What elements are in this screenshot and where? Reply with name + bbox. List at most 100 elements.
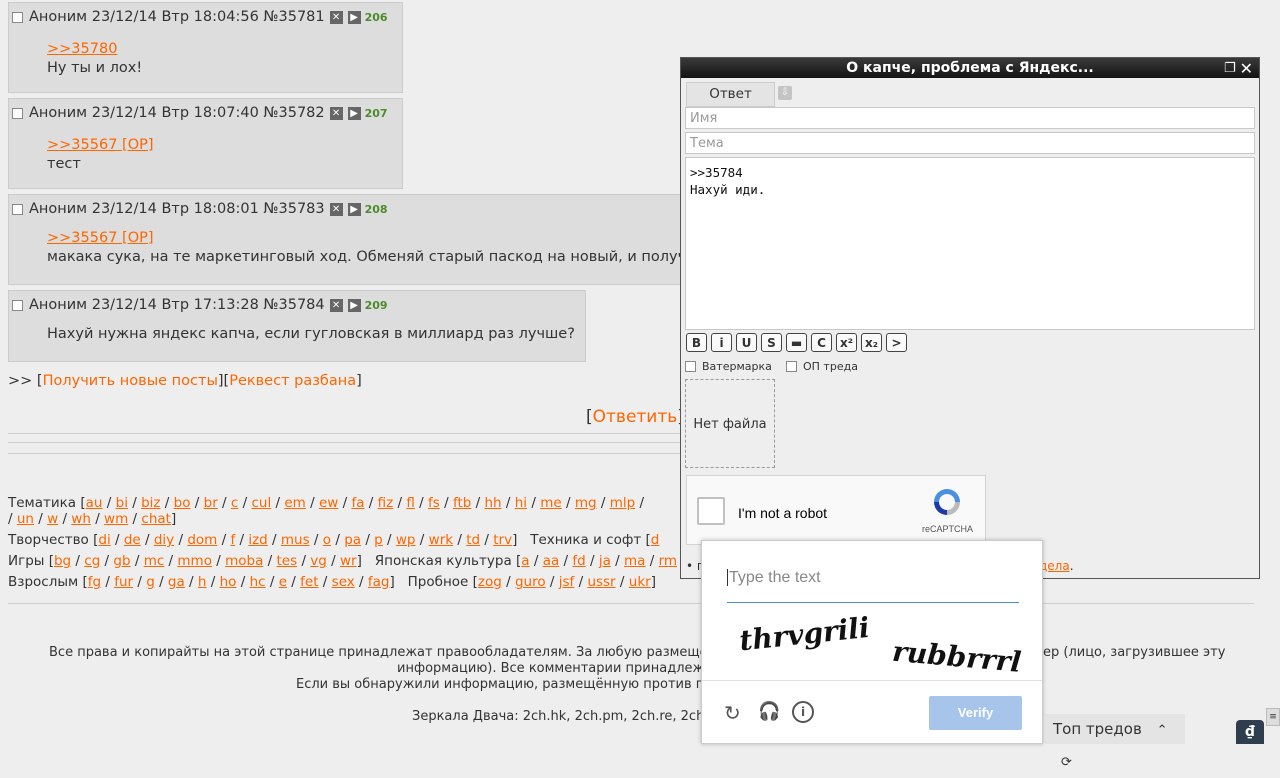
board-link-fd[interactable]: fd [572,553,585,569]
board-link-fg[interactable]: fg [88,574,101,590]
captcha-text-input[interactable]: Type the text [727,566,1019,603]
board-link-ho[interactable]: ho [220,574,237,590]
format-button[interactable]: B [686,333,707,352]
format-button[interactable]: U [736,333,757,352]
board-link-bo[interactable]: bo [174,495,191,511]
board-link-hc[interactable]: hc [250,574,266,590]
get-new-posts-link[interactable]: Получить новые посты [43,373,218,389]
board-link-cul[interactable]: cul [251,495,271,511]
board-link-hi[interactable]: hi [515,495,527,511]
board-link-a[interactable]: a [521,553,529,569]
play-icon[interactable]: ▶ [347,106,361,120]
chevron-up-icon[interactable]: ⌃ [1157,723,1168,738]
message-textarea[interactable]: >>35784 Нахуй иди. [685,157,1255,330]
board-link-f[interactable]: f [230,532,235,548]
post-id[interactable]: №35782 [263,105,324,121]
board-link-wh[interactable]: wh [71,511,91,527]
refresh-icon[interactable]: ⟳ [1061,755,1072,770]
board-link-ukr[interactable]: ukr [629,574,651,590]
board-link-zog[interactable]: zog [478,574,502,590]
dialog-titlebar[interactable]: О капче, проблема с Яндекс... ❐ ✕ [681,58,1259,78]
reload-icon[interactable]: ↻ [724,701,741,725]
board-link-ftb[interactable]: ftb [453,495,471,511]
board-link-wrk[interactable]: wrk [429,532,453,548]
post-select-checkbox[interactable] [12,203,23,215]
board-link-mc[interactable]: mc [144,553,165,569]
board-link-izd[interactable]: izd [248,532,267,548]
watermark-checkbox[interactable] [685,361,696,372]
dvach-logo-icon[interactable]: ₫ [1236,720,1264,744]
maximize-icon[interactable]: ❐ [1224,59,1236,79]
post-id[interactable]: №35784 [263,297,324,313]
board-link-aa[interactable]: aa [543,553,560,569]
format-button[interactable]: x² [836,333,857,352]
hide-icon[interactable]: ✕ [329,106,343,120]
board-link-br[interactable]: br [204,495,218,511]
verify-button[interactable]: Verify [929,696,1022,730]
board-link-mg[interactable]: mg [575,495,597,511]
play-icon[interactable]: ▶ [347,202,361,216]
board-link-wr[interactable]: wr [340,553,357,569]
play-icon[interactable]: ▶ [347,10,361,24]
board-link-fur[interactable]: fur [114,574,133,590]
scrollbar[interactable]: ≡ [1266,708,1280,726]
board-link-bg[interactable]: bg [54,553,71,569]
reply-ref-link[interactable]: >>35780 [47,41,117,57]
board-link[interactable]: d [651,532,660,548]
board-link-fag[interactable]: fag [368,574,390,590]
format-button[interactable]: ▬ [786,333,807,352]
download-icon[interactable]: ⇩ [778,86,792,100]
reply-ref-link[interactable]: >>35567 [OP] [47,230,154,246]
hide-icon[interactable]: ✕ [329,202,343,216]
format-button[interactable]: x₂ [861,333,882,352]
board-link-c[interactable]: c [231,495,238,511]
board-link-sex[interactable]: sex [332,574,355,590]
board-link-ew[interactable]: ew [319,495,338,511]
board-link-di[interactable]: di [98,532,110,548]
board-link-chat[interactable]: chat [141,511,171,527]
board-link-wp[interactable]: wp [396,532,416,548]
recaptcha-checkbox[interactable] [697,497,725,525]
top-threads-panel[interactable]: Топ тредов ⌃ ⟳ [1045,714,1185,770]
board-link-mlp[interactable]: mlp [610,495,635,511]
board-link-fa[interactable]: fa [351,495,364,511]
board-link-rm[interactable]: rm [659,553,677,569]
board-link-moba[interactable]: moba [225,553,263,569]
tab-reply[interactable]: Ответ [686,82,775,107]
board-link-ma[interactable]: ma [624,553,645,569]
play-icon[interactable]: ▶ [347,298,361,312]
board-link-o[interactable]: o [323,532,331,548]
board-link-de[interactable]: de [124,532,141,548]
board-link-w[interactable]: w [47,511,58,527]
board-link-vg[interactable]: vg [310,553,327,569]
hide-icon[interactable]: ✕ [329,298,343,312]
board-link-tes[interactable]: tes [277,553,298,569]
ban-request-link[interactable]: Реквест разбана [229,373,356,389]
board-link-pa[interactable]: pa [344,532,361,548]
board-link-wm[interactable]: wm [104,511,128,527]
board-link-fs[interactable]: fs [428,495,440,511]
board-link-bi[interactable]: bi [116,495,128,511]
subject-field[interactable]: Тема [685,132,1255,154]
audio-icon[interactable]: 🎧 [758,701,780,722]
board-link-em[interactable]: em [284,495,305,511]
post-id[interactable]: №35783 [263,201,324,217]
board-link-mmo[interactable]: mmo [177,553,212,569]
board-link-guro[interactable]: guro [515,574,546,590]
board-link-p[interactable]: p [374,532,383,548]
post-select-checkbox[interactable] [12,11,23,23]
board-link-dom[interactable]: dom [187,532,217,548]
board-link-g[interactable]: g [146,574,155,590]
board-link-diy[interactable]: diy [154,532,174,548]
close-icon[interactable]: ✕ [1240,59,1253,79]
board-link-mus[interactable]: mus [281,532,310,548]
info-icon[interactable]: i [792,701,814,723]
op-thread-checkbox[interactable] [786,361,797,372]
board-link-gb[interactable]: gb [113,553,130,569]
board-link-un[interactable]: un [17,511,34,527]
board-link-fl[interactable]: fl [406,495,415,511]
file-dropzone[interactable]: Нет файла [685,379,775,468]
board-link-jsf[interactable]: jsf [559,574,575,590]
format-button[interactable]: S [761,333,782,352]
board-link-fiz[interactable]: fiz [378,495,394,511]
